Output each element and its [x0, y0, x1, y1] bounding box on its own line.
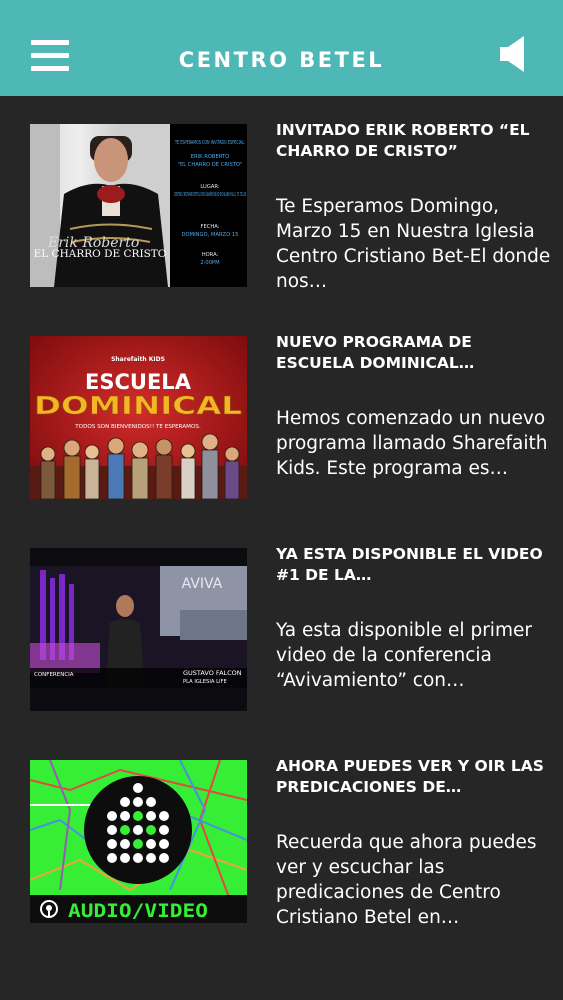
- post-thumbnail[interactable]: AUDIO/VIDEO: [30, 760, 247, 923]
- top-app-bar: CENTRO BETEL: [0, 0, 563, 96]
- post-title[interactable]: YA ESTA DISPONIBLE EL VIDEO #1 DE LA…: [276, 544, 551, 586]
- post-item[interactable]: Erik Roberto EL CHARRO DE CRISTO TE ESPE…: [0, 96, 563, 296]
- thumb-speaker: GUSTAVO FALCON: [183, 669, 242, 677]
- post-thumbnail[interactable]: AVIVA CONFERENCIA GUSTAVO FALCON PLA IGL…: [30, 548, 247, 711]
- post-item[interactable]: AUDIO/VIDEO AHORA PUEDES VER Y OIR LAS P…: [0, 732, 563, 932]
- thumb-name-caption: EL CHARRO DE CRISTO: [34, 248, 167, 260]
- post-item[interactable]: AVIVA CONFERENCIA GUSTAVO FALCON PLA IGL…: [0, 520, 563, 720]
- post-thumbnail[interactable]: Sharefaith KIDS ESCUELA DOMINICAL TODOS …: [30, 336, 247, 499]
- thumb-label: AUDIO/VIDEO: [68, 900, 208, 922]
- thumb-brand: Sharefaith KIDS: [111, 356, 165, 363]
- post-excerpt: Te Esperamos Domingo, Marzo 15 en Nuestr…: [276, 196, 551, 292]
- thumb-church: PLA IGLESIA LIFE: [183, 679, 227, 685]
- post-excerpt: Recuerda que ahora puedes ver y escuchar…: [276, 832, 537, 928]
- thumb-left-caption: CONFERENCIA: [34, 672, 74, 678]
- post-feed: Erik Roberto EL CHARRO DE CRISTO TE ESPE…: [0, 96, 563, 1000]
- post-title[interactable]: NUEVO PROGRAMA DE ESCUELA DOMINICAL…: [276, 332, 551, 374]
- speaker-icon[interactable]: [496, 34, 532, 74]
- thumb-date: DOMINGO, MARZO 15: [182, 232, 239, 238]
- thumb-time: 2:00PM: [200, 260, 219, 266]
- thumb-place-label: LUGAR:: [200, 184, 219, 190]
- thumb-place: CENTRO CRISTIANO BET-EL 8500 GRAVER BLVD…: [174, 192, 246, 198]
- thumb-tagline: TODOS SON BIENVENIDOS!! TE ESPERAMOS.: [74, 424, 201, 430]
- post-thumbnail[interactable]: Erik Roberto EL CHARRO DE CRISTO TE ESPE…: [30, 124, 247, 287]
- thumb-time-label: HORA:: [202, 252, 219, 258]
- post-title[interactable]: AHORA PUEDES VER Y OIR LAS PREDICACIONES…: [276, 756, 551, 798]
- app-title: CENTRO BETEL: [178, 48, 385, 72]
- thumb-nickname: "EL CHARRO DE CRISTO": [178, 162, 243, 168]
- thumb-line2: DOMINICAL: [34, 391, 242, 420]
- post-title[interactable]: INVITADO ERIK ROBERTO “EL CHARRO DE CRIS…: [276, 120, 551, 162]
- post-excerpt: Hemos comenzado un nuevo programa llamad…: [276, 408, 548, 479]
- thumb-invite: TE ESPERAMOS CON INVITADO ESPECIAL:: [174, 140, 245, 146]
- thumb-guest: ERIK ROBERTO: [191, 154, 229, 160]
- thumb-screen-text: AVIVA: [182, 576, 223, 592]
- thumb-date-label: FECHA:: [201, 224, 220, 230]
- post-excerpt: Ya esta disponible el primer video de la…: [276, 620, 532, 691]
- post-item[interactable]: Sharefaith KIDS ESCUELA DOMINICAL TODOS …: [0, 308, 563, 508]
